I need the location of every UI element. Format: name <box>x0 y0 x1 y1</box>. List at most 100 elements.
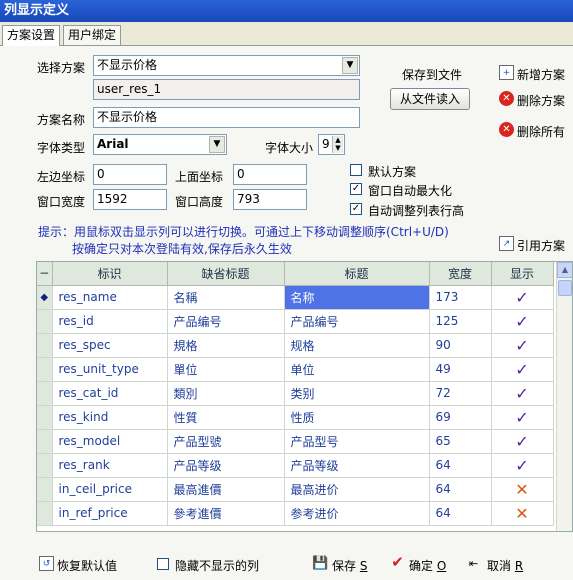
cell-title[interactable]: 类别 <box>284 381 430 406</box>
cell-title[interactable]: 规格 <box>284 333 430 358</box>
check-icon[interactable]: ✓ <box>515 312 528 331</box>
chevron-down-icon[interactable]: ▼ <box>209 136 225 153</box>
row-indicator[interactable] <box>37 309 53 334</box>
cell-id[interactable]: res_cat_id <box>52 381 168 406</box>
check-icon[interactable]: ✓ <box>515 408 528 427</box>
add-scheme-button[interactable]: 新增方案 <box>517 66 565 83</box>
cell-width[interactable]: 65 <box>429 429 492 454</box>
cell-show[interactable]: ✓ <box>491 285 554 310</box>
cell-show[interactable]: ✓ <box>491 333 554 358</box>
cell-width[interactable]: 64 <box>429 501 492 526</box>
cancel-button[interactable]: 取消 R <box>487 557 523 574</box>
restore-default-button[interactable]: 恢复默认值 <box>57 557 117 574</box>
cell-default-title[interactable]: 产品型號 <box>167 429 285 454</box>
header-default-title[interactable]: 缺省标题 <box>167 262 285 286</box>
row-indicator[interactable] <box>37 333 53 358</box>
cell-title[interactable]: 产品编号 <box>284 309 430 334</box>
table-row[interactable]: in_ceil_price 最高進價 最高进价 64 ✕ <box>37 477 554 502</box>
column-grid[interactable]: − 标识 缺省标题 标题 宽度 显示 ◆ res_name 名稱 名称 173 ✓ res_… <box>36 261 573 532</box>
row-indicator[interactable] <box>37 453 53 478</box>
cell-width[interactable]: 64 <box>429 453 492 478</box>
grid-vertical-scrollbar[interactable]: ▲ ▼ <box>556 262 572 531</box>
cell-title[interactable]: 产品型号 <box>284 429 430 454</box>
header-title[interactable]: 标题 <box>284 262 430 286</box>
cell-id[interactable]: res_name <box>52 285 168 310</box>
check-icon[interactable]: ✓ <box>515 384 528 403</box>
cell-id[interactable]: in_ref_price <box>52 501 168 526</box>
header-id[interactable]: 标识 <box>52 262 168 286</box>
table-row[interactable]: ◆ res_name 名稱 名称 173 ✓ <box>37 285 554 310</box>
table-row[interactable]: res_spec 規格 规格 90 ✓ <box>37 333 554 358</box>
header-indicator[interactable]: − <box>37 262 53 286</box>
header-show[interactable]: 显示 <box>491 262 554 286</box>
save-to-file-link[interactable]: 保存到文件 <box>402 66 462 83</box>
cross-icon[interactable]: ✕ <box>515 504 528 523</box>
cell-width[interactable]: 72 <box>429 381 492 406</box>
table-row[interactable]: res_id 产品编号 产品编号 125 ✓ <box>37 309 554 334</box>
header-width[interactable]: 宽度 <box>429 262 492 286</box>
check-icon[interactable]: ✓ <box>515 432 528 451</box>
cell-default-title[interactable]: 最高進價 <box>167 477 285 502</box>
row-indicator[interactable] <box>37 429 53 454</box>
cell-width[interactable]: 49 <box>429 357 492 382</box>
row-indicator[interactable] <box>37 357 53 382</box>
table-row[interactable]: in_ref_price 參考進價 参考进价 64 ✕ <box>37 501 554 526</box>
cell-width[interactable]: 125 <box>429 309 492 334</box>
default-scheme-checkbox[interactable] <box>350 164 362 176</box>
cell-default-title[interactable]: 規格 <box>167 333 285 358</box>
font-type-select[interactable]: Arial ▼ <box>93 134 227 155</box>
cell-title[interactable]: 性质 <box>284 405 430 430</box>
reference-scheme-button[interactable]: 引用方案 <box>517 237 565 254</box>
delete-all-button[interactable]: 删除所有 <box>517 123 565 140</box>
tab-scheme-settings[interactable]: 方案设置 <box>2 25 61 46</box>
table-row[interactable]: res_kind 性質 性质 69 ✓ <box>37 405 554 430</box>
check-icon[interactable]: ✓ <box>515 288 528 307</box>
cell-show[interactable]: ✓ <box>491 357 554 382</box>
cell-show[interactable]: ✓ <box>491 309 554 334</box>
cell-default-title[interactable]: 性質 <box>167 405 285 430</box>
cell-show[interactable]: ✕ <box>491 501 554 526</box>
cell-id[interactable]: res_spec <box>52 333 168 358</box>
cell-default-title[interactable]: 产品编号 <box>167 309 285 334</box>
table-row[interactable]: res_unit_type 單位 单位 49 ✓ <box>37 357 554 382</box>
auto-row-height-checkbox[interactable]: ✓ <box>350 203 362 215</box>
row-indicator[interactable] <box>37 381 53 406</box>
save-button[interactable]: 保存 S <box>332 557 367 574</box>
cell-show[interactable]: ✕ <box>491 477 554 502</box>
cell-show[interactable]: ✓ <box>491 405 554 430</box>
table-row[interactable]: res_cat_id 類別 类别 72 ✓ <box>37 381 554 406</box>
cell-id[interactable]: res_kind <box>52 405 168 430</box>
check-icon[interactable]: ✓ <box>515 360 528 379</box>
cell-show[interactable]: ✓ <box>491 381 554 406</box>
cell-title[interactable]: 单位 <box>284 357 430 382</box>
top-coord-input[interactable]: 0 <box>233 164 307 185</box>
cell-id[interactable]: res_rank <box>52 453 168 478</box>
cell-default-title[interactable]: 類別 <box>167 381 285 406</box>
cell-title[interactable]: 参考进价 <box>284 501 430 526</box>
cell-id[interactable]: in_ceil_price <box>52 477 168 502</box>
cell-show[interactable]: ✓ <box>491 453 554 478</box>
spinner-icon[interactable]: ▲ ▼ <box>332 136 343 153</box>
cell-show[interactable]: ✓ <box>491 429 554 454</box>
cell-title[interactable]: 最高进价 <box>284 477 430 502</box>
row-indicator[interactable] <box>37 501 53 526</box>
cell-title[interactable]: 名称 <box>284 285 430 310</box>
cell-default-title[interactable]: 參考進價 <box>167 501 285 526</box>
table-row[interactable]: res_model 产品型號 产品型号 65 ✓ <box>37 429 554 454</box>
window-height-input[interactable]: 793 <box>233 189 307 210</box>
cell-width[interactable]: 90 <box>429 333 492 358</box>
scheme-select[interactable]: 不显示价格 ▼ <box>93 55 360 76</box>
tab-user-binding[interactable]: 用户绑定 <box>63 25 122 45</box>
cell-default-title[interactable]: 产品等级 <box>167 453 285 478</box>
cell-default-title[interactable]: 單位 <box>167 357 285 382</box>
cell-title[interactable]: 产品等级 <box>284 453 430 478</box>
delete-scheme-button[interactable]: 删除方案 <box>517 92 565 109</box>
font-size-stepper[interactable]: 9 ▲ ▼ <box>318 134 345 155</box>
scheme-name-input[interactable]: 不显示价格 <box>93 107 360 128</box>
cell-width[interactable]: 64 <box>429 477 492 502</box>
check-icon[interactable]: ✓ <box>515 336 528 355</box>
hide-hidden-cols-checkbox[interactable] <box>157 558 169 570</box>
cell-default-title[interactable]: 名稱 <box>167 285 285 310</box>
row-indicator[interactable] <box>37 477 53 502</box>
scroll-up-icon[interactable]: ▲ <box>557 262 572 278</box>
